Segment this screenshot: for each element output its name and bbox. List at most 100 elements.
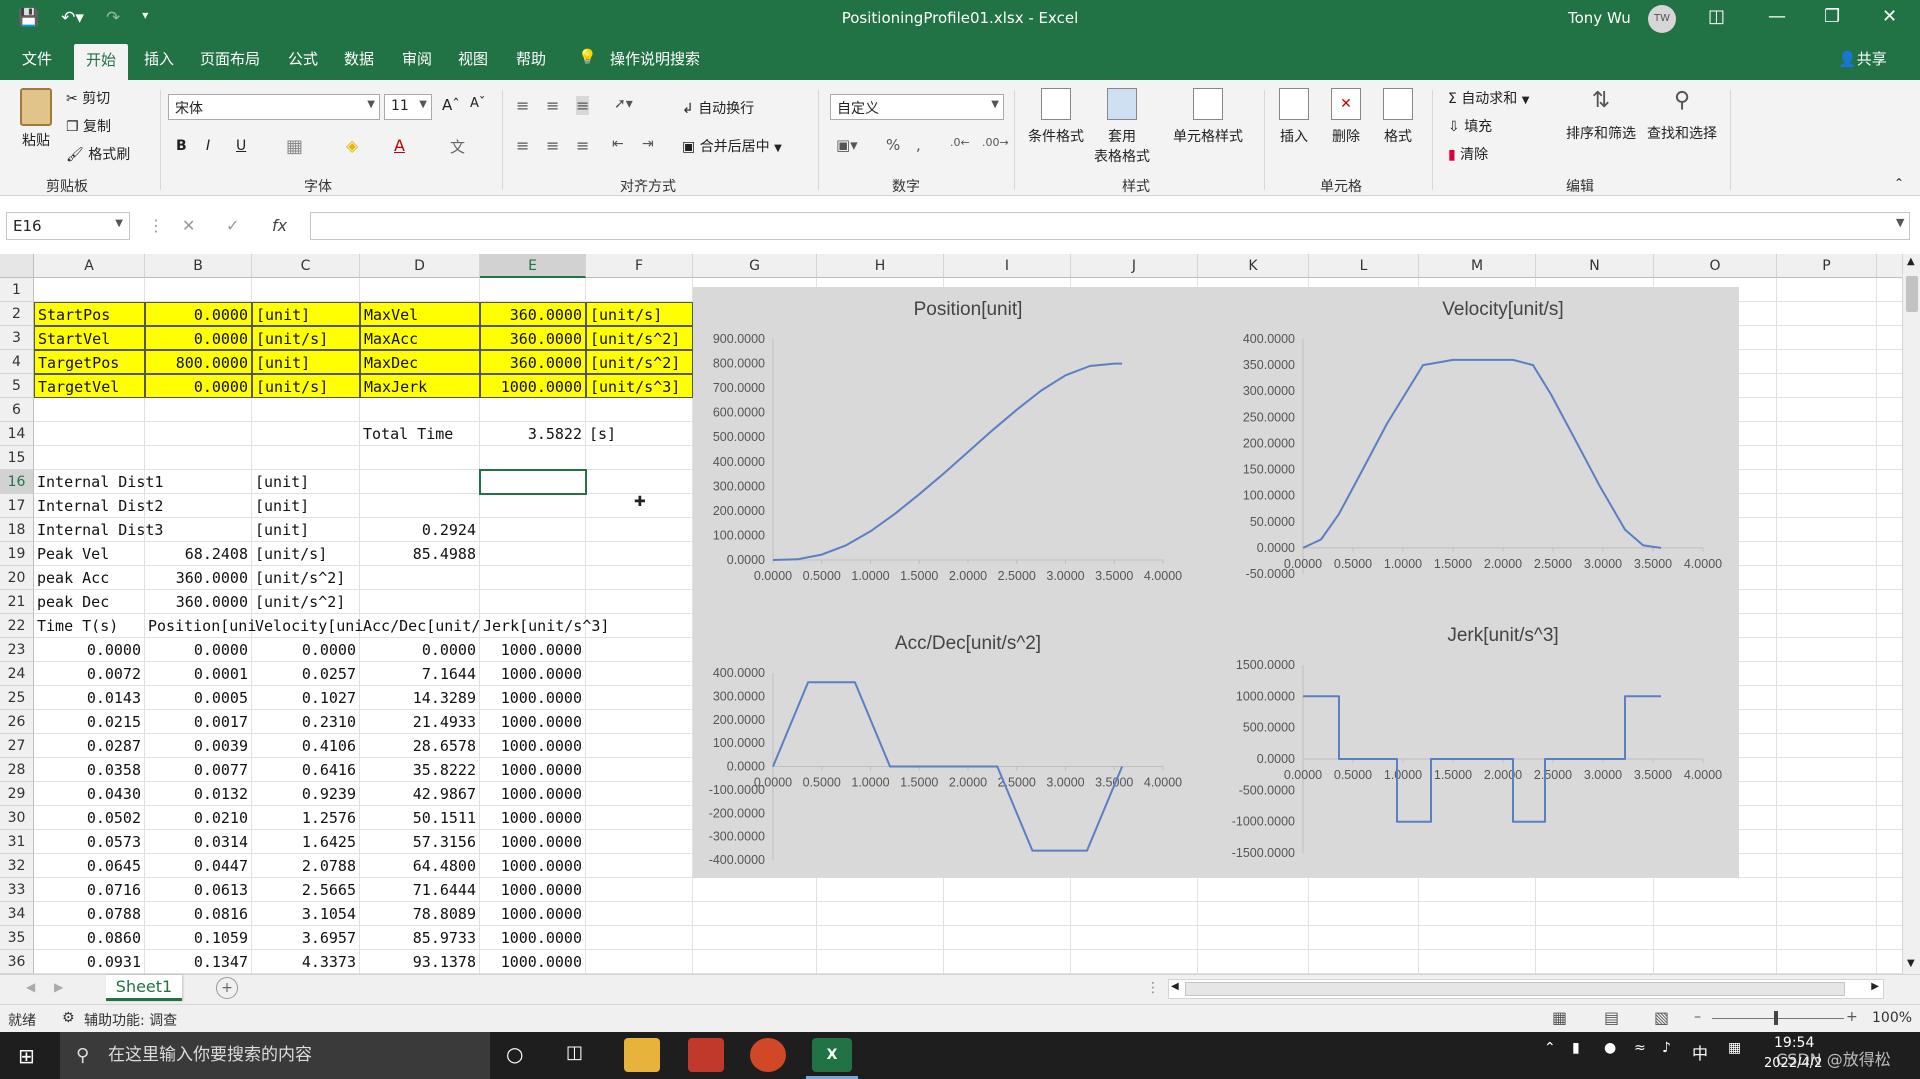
zoom-slider-thumb[interactable]	[1774, 1011, 1778, 1025]
cell-B16[interactable]	[145, 470, 252, 494]
cell-B28[interactable]: 0.0077	[145, 758, 252, 782]
cell-D3[interactable]: MaxAcc	[360, 326, 480, 350]
increase-indent-icon[interactable]: ⇥	[642, 136, 654, 152]
accessibility-status[interactable]: 辅助功能: 调查	[84, 1010, 177, 1030]
cell-B6[interactable]	[145, 398, 252, 422]
cell-D4[interactable]: MaxDec	[360, 350, 480, 374]
cell-F16[interactable]	[586, 470, 693, 494]
tab-insert[interactable]: 插入	[144, 48, 174, 69]
cell-A21[interactable]: peak Dec	[34, 590, 145, 614]
cell-A24[interactable]: 0.0072	[34, 662, 145, 686]
cell-Q15[interactable]	[1877, 446, 1902, 470]
chart-area[interactable]: Position[unit] 0.0000 100.0000 200.0000 300.…	[693, 287, 1739, 878]
column-header-C[interactable]: C	[252, 254, 360, 278]
cell-K33[interactable]	[1198, 878, 1309, 902]
cell-J36[interactable]	[1071, 950, 1198, 974]
cell-D32[interactable]: 64.4800	[360, 854, 480, 878]
cell-B22[interactable]: Position[uni	[145, 614, 256, 638]
cell-D16[interactable]	[360, 470, 480, 494]
cell-P35[interactable]	[1777, 926, 1877, 950]
row-header-5[interactable]: 5	[0, 374, 34, 398]
cell-P36[interactable]	[1777, 950, 1877, 974]
formula-input[interactable]	[310, 212, 1910, 240]
chart-2[interactable]: Velocity[unit/s]-50.00000.000050.0000100…	[1243, 299, 1722, 581]
row-header-26[interactable]: 26	[0, 710, 34, 734]
cell-E5[interactable]: 1000.0000	[480, 374, 586, 398]
cell-D30[interactable]: 50.1511	[360, 806, 480, 830]
tray-chevron-icon[interactable]: ⌃	[1544, 1040, 1556, 1056]
cell-P28[interactable]	[1777, 758, 1877, 782]
cell-B15[interactable]	[145, 446, 252, 470]
autosum-button[interactable]: Σ 自动求和 ▼	[1448, 88, 1529, 108]
row-header-33[interactable]: 33	[0, 878, 34, 902]
orientation-icon[interactable]: ➚▾	[614, 96, 633, 112]
cell-F28[interactable]	[586, 758, 693, 782]
cell-Q30[interactable]	[1877, 806, 1902, 830]
cell-Q16[interactable]	[1877, 470, 1902, 494]
cell-D35[interactable]: 85.9733	[360, 926, 480, 950]
cell-Q19[interactable]	[1877, 542, 1902, 566]
cell-A34[interactable]: 0.0788	[34, 902, 145, 926]
cell-A16[interactable]: Internal Dist1	[34, 470, 163, 494]
font-name-select[interactable]: 宋体 ▼	[168, 94, 380, 120]
cell-C21[interactable]: [unit/s^2]	[252, 590, 360, 614]
cell-B30[interactable]: 0.0210	[145, 806, 252, 830]
cell-Q4[interactable]	[1877, 350, 1902, 374]
format-cells-button[interactable]: 格式	[1376, 88, 1420, 146]
cell-A17[interactable]: Internal Dist2	[34, 494, 163, 518]
cell-C32[interactable]: 2.0788	[252, 854, 360, 878]
tab-review[interactable]: 审阅	[402, 48, 432, 69]
volume-icon[interactable]: ♪	[1662, 1040, 1671, 1056]
cell-A2[interactable]: StartPos	[34, 302, 145, 326]
cell-E1[interactable]	[480, 278, 586, 302]
cell-H36[interactable]	[817, 950, 944, 974]
cell-P3[interactable]	[1777, 326, 1877, 350]
row-header-4[interactable]: 4	[0, 350, 34, 374]
cell-E14[interactable]: 3.5822	[480, 422, 586, 446]
normal-view-icon[interactable]: ▦	[1552, 1008, 1567, 1027]
row-header-25[interactable]: 25	[0, 686, 34, 710]
column-header-O[interactable]: O	[1654, 254, 1777, 278]
cell-E25[interactable]: 1000.0000	[480, 686, 586, 710]
cell-F6[interactable]	[586, 398, 693, 422]
cell-B20[interactable]: 360.0000	[145, 566, 252, 590]
cell-Q6[interactable]	[1877, 398, 1902, 422]
cell-B3[interactable]: 0.0000	[145, 326, 252, 350]
row-header-19[interactable]: 19	[0, 542, 34, 566]
cell-B17[interactable]	[145, 494, 252, 518]
cell-P2[interactable]	[1777, 302, 1877, 326]
cell-C33[interactable]: 2.5665	[252, 878, 360, 902]
cell-F4[interactable]: [unit/s^2]	[586, 350, 693, 374]
avatar[interactable]: TW	[1648, 5, 1676, 33]
cell-F3[interactable]: [unit/s^2]	[586, 326, 693, 350]
cell-F31[interactable]	[586, 830, 693, 854]
cell-Q31[interactable]	[1877, 830, 1902, 854]
cell-B36[interactable]: 0.1347	[145, 950, 252, 974]
next-sheet-icon[interactable]: ▶	[54, 980, 63, 994]
cell-B34[interactable]: 0.0816	[145, 902, 252, 926]
row-header-20[interactable]: 20	[0, 566, 34, 590]
column-header-I[interactable]: I	[944, 254, 1071, 278]
column-header-H[interactable]: H	[817, 254, 944, 278]
insert-cells-button[interactable]: 插入	[1272, 88, 1316, 146]
cell-F30[interactable]	[586, 806, 693, 830]
page-layout-view-icon[interactable]: ▤	[1604, 1008, 1619, 1027]
row-header-23[interactable]: 23	[0, 638, 34, 662]
row-header-34[interactable]: 34	[0, 902, 34, 926]
decrease-decimal-icon[interactable]: .00→	[982, 136, 1009, 149]
cell-C34[interactable]: 3.1054	[252, 902, 360, 926]
cell-C25[interactable]: 0.1027	[252, 686, 360, 710]
cancel-icon[interactable]: ✕	[182, 216, 195, 235]
cell-C31[interactable]: 1.6425	[252, 830, 360, 854]
sort-filter-button[interactable]: ⇅ 排序和筛选	[1562, 88, 1640, 143]
cell-D18[interactable]: 0.2924	[360, 518, 480, 542]
cell-A29[interactable]: 0.0430	[34, 782, 145, 806]
cell-B24[interactable]: 0.0001	[145, 662, 252, 686]
cell-C19[interactable]: [unit/s]	[252, 542, 360, 566]
cell-P29[interactable]	[1777, 782, 1877, 806]
cell-F32[interactable]	[586, 854, 693, 878]
cell-Q14[interactable]	[1877, 422, 1902, 446]
cell-C16[interactable]: [unit]	[252, 470, 360, 494]
cell-N33[interactable]	[1536, 878, 1654, 902]
cell-Q28[interactable]	[1877, 758, 1902, 782]
